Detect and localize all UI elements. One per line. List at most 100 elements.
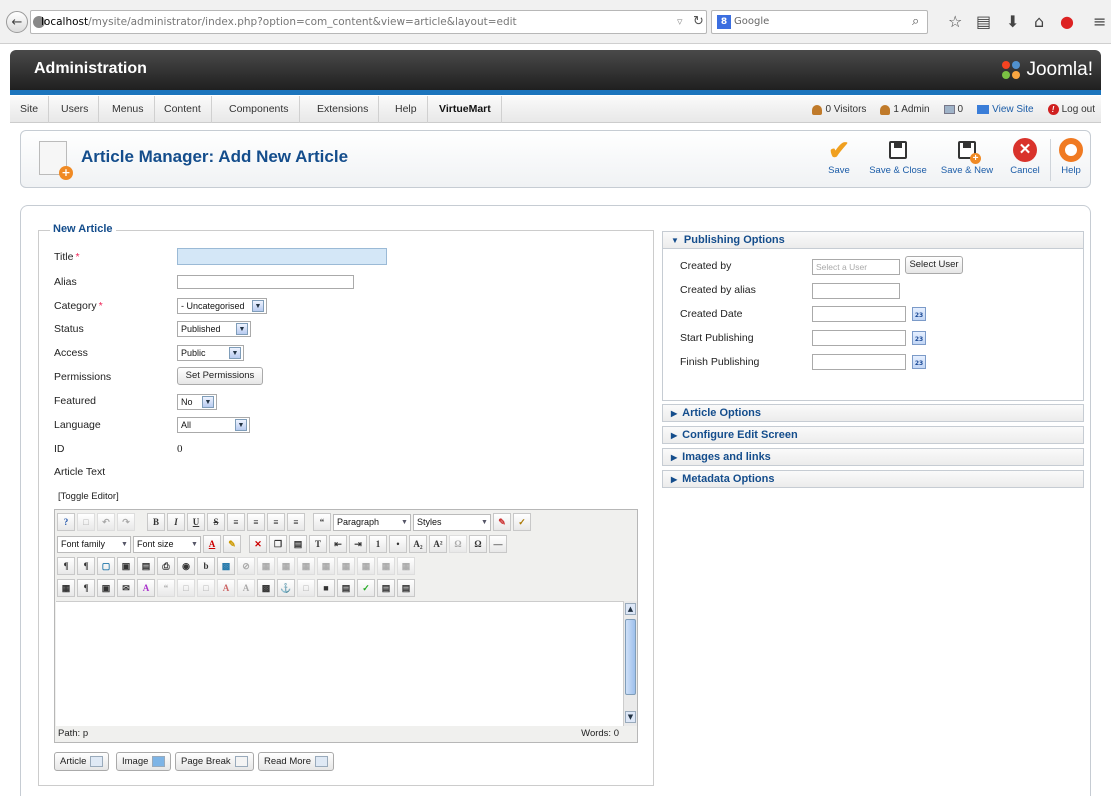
home-icon[interactable]: ⌂ [1034,12,1044,31]
print-icon[interactable]: ⎙ [157,557,175,575]
style-props-icon[interactable]: ✉ [117,579,135,597]
table-icon-3[interactable]: ▦ [297,557,315,575]
calendar-icon[interactable]: 23 [912,307,926,321]
align-center-icon[interactable]: ≡ [247,513,265,531]
cancel-button[interactable]: ✕ Cancel [1004,135,1046,185]
scroll-down-icon[interactable]: ▼ [625,711,636,723]
blockquote-icon[interactable]: “ [313,513,331,531]
set-permissions-button[interactable]: Set Permissions [177,367,263,385]
status-select[interactable]: Published ▼ [177,321,251,337]
table-icon-8[interactable]: ▦ [397,557,415,575]
featured-select[interactable]: No ▼ [177,394,217,410]
table-icon-2[interactable]: ▦ [277,557,295,575]
hr-icon[interactable]: ▤ [377,579,395,597]
created-date-input[interactable] [812,306,906,322]
insert-article-button[interactable]: Article [54,752,110,771]
outdent-icon[interactable]: ⇤ [329,535,347,553]
superscript-icon[interactable]: A² [429,535,447,553]
finish-publishing-input[interactable] [812,354,906,370]
access-select[interactable]: Public ▼ [177,345,244,361]
read-more-button[interactable]: Read More [258,752,334,771]
scroll-up-icon[interactable]: ▲ [625,603,636,615]
code-icon[interactable]: ▤ [337,579,355,597]
about-icon[interactable]: ? [57,513,75,531]
editor-scrollbar[interactable]: ▲ ▼ [623,601,637,726]
replace-icon[interactable]: b [197,557,215,575]
acronym-icon[interactable]: □ [177,579,195,597]
alias-input[interactable] [177,275,354,289]
special-chars-disabled-icon[interactable]: Ω [449,535,467,553]
metadata-options-header[interactable]: ▶ Metadata Options [662,470,1084,488]
url-dropdown-icon[interactable]: ▿ [677,15,683,28]
font-size-select[interactable]: Font size ▼ [133,535,201,553]
menu-content[interactable]: Content [154,96,212,123]
insert-layer-icon[interactable]: ▣ [97,579,115,597]
menu-menus[interactable]: Menus [102,96,155,123]
editor-content-area[interactable] [56,601,623,726]
horizontal-rule-icon[interactable]: — [489,535,507,553]
table-icon-6[interactable]: ▦ [357,557,375,575]
redo-icon[interactable]: ↷ [117,513,135,531]
start-publishing-input[interactable] [812,330,906,346]
find-icon[interactable]: ◉ [177,557,195,575]
numbered-list-icon[interactable]: 1 [369,535,387,553]
cut-icon[interactable]: ✕ [249,535,267,553]
abbr-icon[interactable]: A [137,579,155,597]
cite-icon[interactable]: “ [157,579,175,597]
pagebreak-icon[interactable]: □ [297,579,315,597]
attribs-icon[interactable]: A [237,579,255,597]
format-select[interactable]: Paragraph ▼ [333,513,411,531]
subscript-icon[interactable]: A₂ [409,535,427,553]
table-icon-5[interactable]: ▦ [337,557,355,575]
menu-extensions[interactable]: Extensions [307,96,380,123]
styles-select[interactable]: Styles ▼ [413,513,491,531]
table-icon-1[interactable]: ▦ [257,557,275,575]
paste-icon[interactable]: ▤ [289,535,307,553]
align-justify-icon[interactable]: ≡ [287,513,305,531]
menu-site[interactable]: Site [10,96,50,123]
underline-icon[interactable]: U [187,513,205,531]
clear-formatting-icon[interactable]: ✎ [493,513,511,531]
bullet-list-icon[interactable]: • [389,535,407,553]
language-select[interactable]: All ▼ [177,417,250,433]
messages-status[interactable]: 0 [943,104,963,115]
created-by-alias-input[interactable] [812,283,900,299]
indent-icon[interactable]: ⇥ [349,535,367,553]
bookmark-star-icon[interactable]: ☆ [948,12,962,31]
table-icon-4[interactable]: ▦ [317,557,335,575]
toggle-editor-link[interactable]: [Toggle Editor] [58,491,119,502]
url-bar[interactable]: localhost/mysite/administrator/index.php… [30,10,707,34]
calendar-icon[interactable]: 23 [912,331,926,345]
search-icon[interactable]: ⌕ [912,14,919,29]
menu-users[interactable]: Users [51,96,100,123]
calendar-icon[interactable]: 23 [912,355,926,369]
download-icon[interactable]: ⬇ [1006,12,1019,31]
menu-components[interactable]: Components [219,96,300,123]
save-button[interactable]: ✔ Save [820,135,858,185]
bold-icon[interactable]: B [147,513,165,531]
table-icon-7[interactable]: ▦ [377,557,395,575]
highlight-color-icon[interactable]: ✎ [223,535,241,553]
unlink-icon[interactable]: ⊘ [237,557,255,575]
help-button[interactable]: Help [1054,135,1088,185]
menu-icon[interactable]: ≡ [1093,12,1106,31]
scroll-thumb[interactable] [625,619,636,695]
cleanup-icon[interactable]: ✓ [513,513,531,531]
font-family-select[interactable]: Font family ▼ [57,535,131,553]
media-icon[interactable]: ■ [317,579,335,597]
save-close-button[interactable]: Save & Close [863,135,933,185]
blockformat-icon[interactable]: ▤ [397,579,415,597]
publishing-options-header[interactable]: ▼ Publishing Options [662,231,1084,249]
browser-search-box[interactable]: 8 Google ⌕ [711,10,928,34]
created-by-input[interactable]: Select a User [812,259,900,275]
menu-help[interactable]: Help [385,96,428,123]
insert-image-icon[interactable]: ▩ [217,557,235,575]
template-icon[interactable]: ▤ [137,557,155,575]
fullscreen-icon[interactable]: ▢ [97,557,115,575]
bookmarks-list-icon[interactable]: ▤ [976,12,991,31]
visual-aid-icon[interactable]: ▦ [57,579,75,597]
adblock-icon[interactable]: ● [1060,12,1074,31]
title-input[interactable] [177,248,387,265]
images-links-header[interactable]: ▶ Images and links [662,448,1084,466]
del-icon[interactable]: □ [197,579,215,597]
